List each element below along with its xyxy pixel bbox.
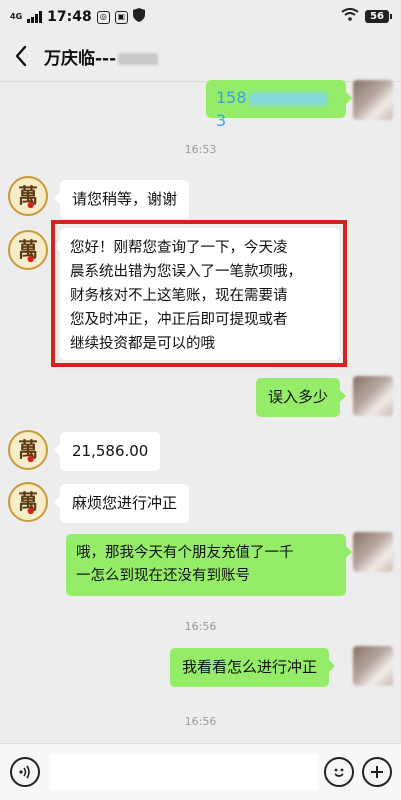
- message-incoming[interactable]: 请您稍等，谢谢: [53, 180, 190, 219]
- redacted-phone: [248, 91, 327, 106]
- message-outgoing[interactable]: 哦，那我今天有个朋友充值了一千 一怎么到现在还没有到账号: [66, 534, 352, 596]
- shield-icon: [132, 8, 145, 26]
- message-incoming[interactable]: 麻烦您进行冲正: [53, 484, 190, 523]
- wifi-icon: [341, 8, 359, 25]
- message-outgoing[interactable]: 误入多少: [256, 378, 347, 417]
- timestamp: 16:56: [184, 620, 217, 633]
- avatar[interactable]: 萬: [8, 176, 48, 216]
- message-incoming-amount[interactable]: 21,586.00: [53, 432, 161, 471]
- avatar[interactable]: 萬: [8, 482, 48, 522]
- network-type: 4G: [10, 12, 23, 21]
- avatar[interactable]: 萬: [8, 430, 48, 470]
- chat-header: 万庆临---: [0, 32, 401, 82]
- back-arrow-icon[interactable]: [10, 42, 34, 70]
- avatar[interactable]: [353, 80, 393, 120]
- wan-logo-icon: 萬: [11, 433, 45, 467]
- wan-logo-icon: 萬: [11, 179, 45, 213]
- app-notification-icon: ◎: [96, 10, 110, 24]
- status-bar: 4G 17:48 ◎ ▣ 56: [0, 0, 401, 32]
- chat-title: 万庆临---: [44, 44, 159, 69]
- message-outgoing-phone[interactable]: 1583: [206, 80, 352, 130]
- timestamp: 16:56: [184, 715, 217, 728]
- message-input[interactable]: [50, 754, 318, 790]
- status-time: 17:48: [47, 9, 92, 25]
- voice-icon: [19, 765, 30, 779]
- gallery-notification-icon: ▣: [114, 10, 128, 24]
- avatar[interactable]: [353, 532, 393, 572]
- avatar[interactable]: [353, 376, 393, 416]
- battery-icon: 56: [365, 10, 392, 23]
- input-bar: [0, 743, 401, 800]
- wan-logo-icon: 萬: [11, 233, 45, 267]
- smiley-icon: [334, 768, 344, 777]
- redacted-name: [118, 53, 159, 65]
- voice-input-button[interactable]: [10, 757, 40, 787]
- message-outgoing[interactable]: 我看看怎么进行冲正: [170, 648, 336, 687]
- emoji-button[interactable]: [324, 757, 354, 787]
- more-button[interactable]: [362, 757, 392, 787]
- wan-logo-icon: 萬: [11, 485, 45, 519]
- highlight-frame: [51, 220, 347, 367]
- signal-icon: [27, 11, 43, 23]
- plus-icon: [371, 766, 383, 778]
- avatar[interactable]: [353, 646, 393, 686]
- avatar[interactable]: 萬: [8, 230, 48, 270]
- timestamp: 16:53: [184, 143, 217, 156]
